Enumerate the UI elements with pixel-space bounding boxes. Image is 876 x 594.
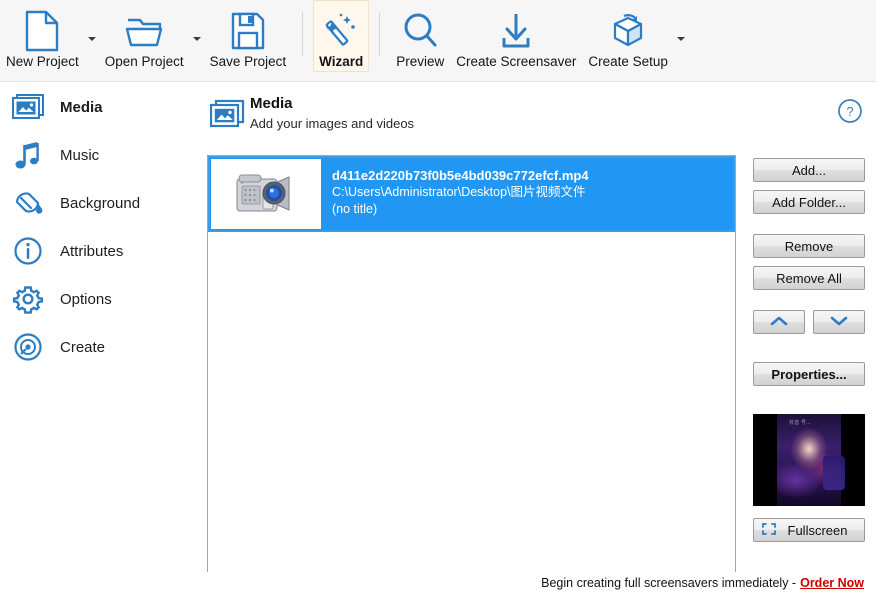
media-picture-icon bbox=[8, 93, 50, 121]
sidebar-item-music[interactable]: Music bbox=[0, 131, 196, 179]
music-note-icon bbox=[8, 140, 50, 170]
create-setup-dropdown-caret[interactable] bbox=[674, 0, 688, 72]
chevron-up-icon bbox=[769, 315, 789, 330]
main-toolbar: New Project Open Project Save Project Wi… bbox=[0, 0, 876, 82]
sidebar-item-label: Create bbox=[60, 338, 106, 356]
help-question-icon[interactable]: ? bbox=[837, 98, 863, 127]
disc-icon bbox=[8, 332, 50, 362]
gear-icon bbox=[8, 284, 50, 314]
media-actions-panel: Add... Add Folder... Remove Remove All P… bbox=[753, 158, 865, 542]
preview-button[interactable]: Preview bbox=[390, 0, 450, 72]
info-circle-icon bbox=[8, 236, 50, 266]
media-item-title: (no title) bbox=[332, 202, 378, 216]
media-item-path: C:\Users\Administrator\Desktop\图片视频文件 bbox=[332, 185, 586, 199]
create-screensaver-label: Create Screensaver bbox=[456, 54, 577, 69]
save-project-label: Save Project bbox=[209, 54, 287, 69]
panel-spacer bbox=[753, 394, 865, 414]
chevron-down-icon bbox=[829, 315, 849, 330]
sidebar-item-label: Music bbox=[60, 146, 100, 164]
panel-spacer bbox=[753, 342, 865, 362]
page-subtitle: Add your images and videos bbox=[250, 116, 415, 131]
preview-thumbnail-image bbox=[777, 414, 845, 506]
open-project-label: Open Project bbox=[104, 54, 184, 69]
wizard-button[interactable]: Wizard bbox=[313, 0, 370, 72]
content-header: Media Add your images and videos ? bbox=[205, 95, 865, 143]
remove-all-button[interactable]: Remove All bbox=[753, 266, 865, 290]
move-up-button[interactable] bbox=[753, 310, 805, 334]
toolbar-group-wizard: Wizard bbox=[313, 0, 370, 82]
download-arrow-icon bbox=[498, 10, 534, 52]
open-project-dropdown-caret[interactable] bbox=[190, 0, 204, 72]
toolbar-separator-1 bbox=[302, 12, 304, 56]
status-message: Begin creating full screensavers immedia… bbox=[541, 576, 797, 590]
video-camcorder-icon bbox=[211, 159, 321, 229]
package-box-icon bbox=[608, 10, 648, 52]
move-down-button[interactable] bbox=[813, 310, 865, 334]
remove-button[interactable]: Remove bbox=[753, 234, 865, 258]
sidebar-item-attributes[interactable]: Attributes bbox=[0, 227, 196, 275]
order-now-link[interactable]: Order Now bbox=[800, 576, 864, 590]
toolbar-group-open: Open Project bbox=[99, 0, 204, 82]
preview-label: Preview bbox=[396, 54, 445, 69]
sidebar-item-label: Attributes bbox=[60, 242, 124, 260]
sidebar-item-background[interactable]: Background bbox=[0, 179, 196, 227]
create-screensaver-button[interactable]: Create Screensaver bbox=[450, 0, 582, 72]
panel-spacer bbox=[753, 298, 865, 310]
create-setup-label: Create Setup bbox=[588, 54, 668, 69]
sidebar-item-label: Media bbox=[60, 98, 103, 116]
toolbar-separator-2 bbox=[379, 12, 381, 56]
chevron-down-icon bbox=[192, 37, 201, 41]
toolbar-group-save: Save Project bbox=[204, 0, 293, 82]
properties-button[interactable]: Properties... bbox=[753, 362, 865, 386]
chevron-down-icon bbox=[87, 37, 96, 41]
sidebar-nav: Media Music Background Attributes Option… bbox=[0, 83, 196, 594]
create-setup-button[interactable]: Create Setup bbox=[582, 0, 674, 72]
preview-thumbnail[interactable]: 抖音 号... bbox=[753, 414, 865, 506]
add-folder-button[interactable]: Add Folder... bbox=[753, 190, 865, 214]
add-button[interactable]: Add... bbox=[753, 158, 865, 182]
toolbar-group-new: New Project bbox=[0, 0, 99, 82]
wizard-label: Wizard bbox=[319, 54, 364, 69]
sidebar-item-options[interactable]: Options bbox=[0, 275, 196, 323]
page-title: Media bbox=[250, 95, 293, 112]
magic-wand-icon bbox=[321, 10, 361, 52]
sidebar-item-create[interactable]: Create bbox=[0, 323, 196, 371]
open-folder-icon bbox=[124, 10, 164, 52]
chevron-down-icon bbox=[676, 37, 685, 41]
open-project-button[interactable]: Open Project bbox=[99, 0, 190, 72]
new-document-icon bbox=[24, 10, 60, 52]
panel-spacer bbox=[753, 222, 865, 234]
sidebar-item-media[interactable]: Media bbox=[0, 83, 196, 131]
sidebar-item-label: Options bbox=[60, 290, 112, 308]
new-project-button[interactable]: New Project bbox=[0, 0, 85, 72]
media-picture-icon bbox=[209, 99, 246, 134]
fullscreen-expand-icon bbox=[761, 522, 777, 539]
toolbar-group-preview: Preview bbox=[390, 0, 450, 82]
toolbar-group-create-setup: Create Setup bbox=[582, 0, 688, 82]
media-list-row[interactable]: d411e2d220b73f0b5e4bd039c772efcf.mp4 C:\… bbox=[208, 156, 735, 232]
media-item-info: d411e2d220b73f0b5e4bd039c772efcf.mp4 C:\… bbox=[322, 158, 733, 230]
reorder-buttons bbox=[753, 310, 865, 334]
floppy-save-icon bbox=[229, 10, 267, 52]
svg-text:?: ? bbox=[846, 104, 853, 119]
media-item-filename: d411e2d220b73f0b5e4bd039c772efcf.mp4 bbox=[332, 168, 589, 183]
toolbar-group-create-screensaver: Create Screensaver bbox=[450, 0, 582, 82]
media-list[interactable]: d411e2d220b73f0b5e4bd039c772efcf.mp4 C:\… bbox=[207, 155, 736, 573]
preview-watermark: 抖音 号... bbox=[789, 420, 811, 426]
new-project-label: New Project bbox=[6, 54, 79, 69]
preview-thumbnail-figure bbox=[823, 456, 845, 490]
new-project-dropdown-caret[interactable] bbox=[85, 0, 99, 72]
fullscreen-button[interactable]: Fullscreen bbox=[753, 518, 865, 542]
fullscreen-label: Fullscreen bbox=[787, 522, 848, 538]
save-project-button[interactable]: Save Project bbox=[204, 0, 293, 72]
sidebar-item-label: Background bbox=[60, 194, 141, 212]
paint-roller-icon bbox=[8, 188, 50, 218]
magnifier-icon bbox=[401, 10, 439, 52]
status-bar: Begin creating full screensavers immedia… bbox=[0, 572, 876, 594]
